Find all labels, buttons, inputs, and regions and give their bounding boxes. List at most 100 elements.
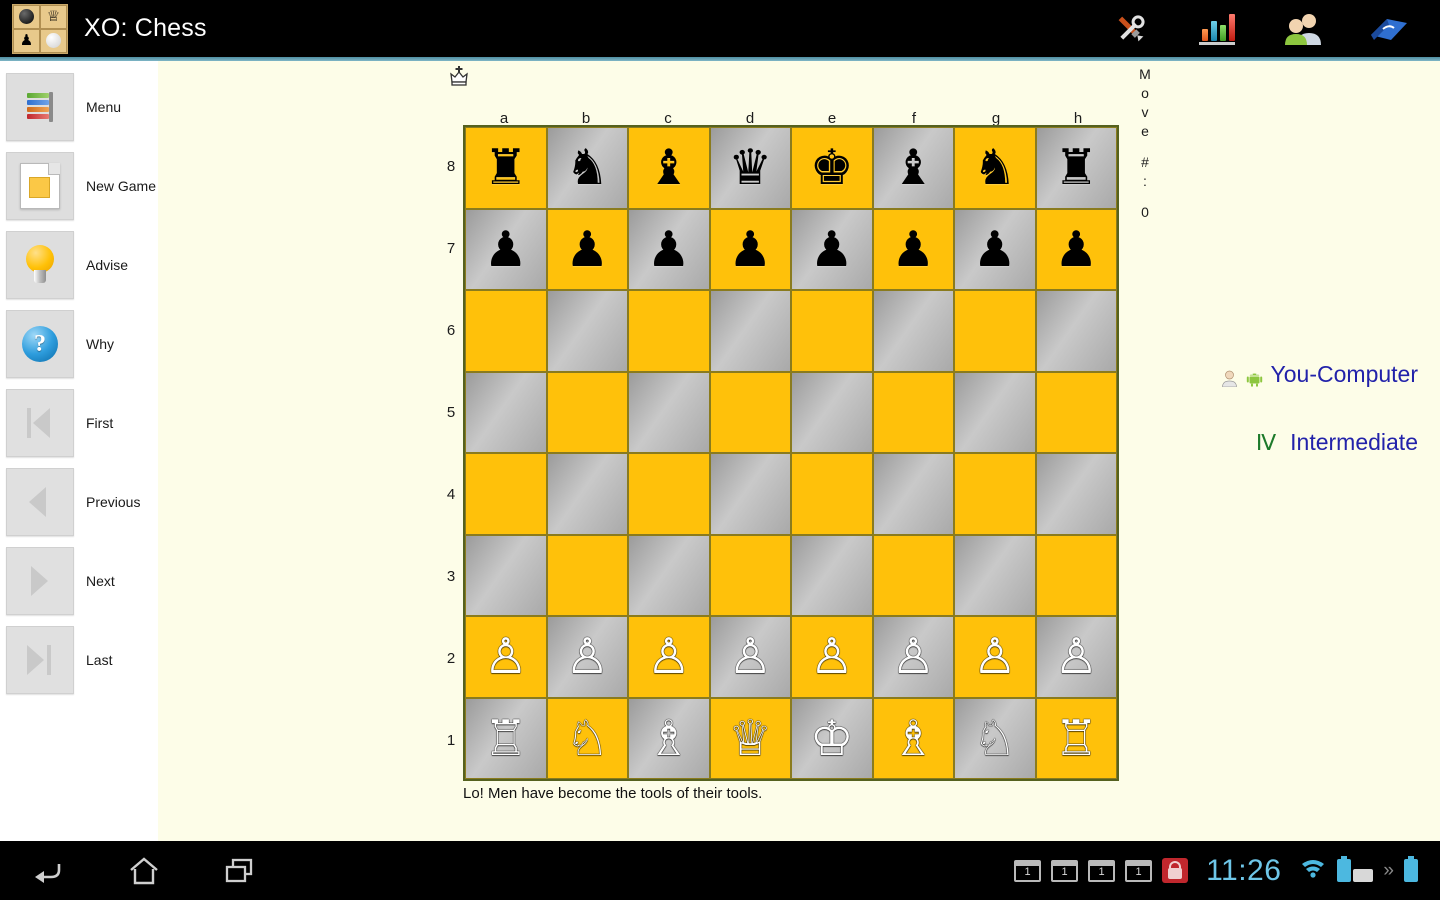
board-square-a2[interactable]: ♙ [465, 616, 547, 698]
book-icon[interactable] [1368, 8, 1410, 50]
sidebar-item-previous[interactable]: Previous [6, 468, 156, 536]
chess-piece[interactable]: ♘ [565, 714, 609, 763]
notification-badge[interactable]: 1 [1088, 859, 1116, 882]
board-square-d6[interactable] [709, 290, 791, 372]
board-square-g5[interactable] [954, 371, 1036, 453]
chess-piece[interactable]: ♖ [484, 714, 528, 763]
board-square-d5[interactable] [709, 371, 791, 453]
board-square-c5[interactable] [628, 371, 710, 453]
chess-piece[interactable]: ♟ [484, 225, 528, 274]
board-square-h4[interactable] [1035, 453, 1117, 535]
board-square-d1[interactable]: ♕ [709, 697, 791, 779]
board-square-e1[interactable]: ♔ [791, 697, 873, 779]
battery-icon[interactable] [1404, 856, 1418, 882]
board-square-d2[interactable]: ♙ [709, 616, 791, 698]
board-square-e5[interactable] [791, 371, 873, 453]
chess-piece[interactable]: ♙ [484, 632, 528, 681]
chess-piece[interactable]: ♘ [973, 714, 1017, 763]
board-square-c2[interactable]: ♙ [628, 616, 710, 698]
chess-piece[interactable]: ♙ [973, 632, 1017, 681]
board-square-d7[interactable]: ♟ [709, 208, 791, 290]
chess-board[interactable]: ♜ ♞ ♝ ♛ ♚ ♝ ♞ ♜ ♟ ♟ ♟ ♟ ♟ ♟ ♟ ♟ ♙ ♙ ♙ ♙ ♙ ♙ ♙ ♙ ♖ ♘ ♗ ♕ ♔ ♗ ♘ ♖ [463, 125, 1119, 781]
board-square-e4[interactable] [791, 453, 873, 535]
board-square-b8[interactable]: ♞ [546, 127, 628, 209]
wifi-icon[interactable] [1299, 857, 1327, 884]
board-square-b7[interactable]: ♟ [546, 208, 628, 290]
chess-piece[interactable]: ♝ [647, 143, 691, 192]
board-square-c4[interactable] [628, 453, 710, 535]
board-square-a1[interactable]: ♖ [465, 697, 547, 779]
sidebar-item-last[interactable]: Last [6, 626, 156, 694]
clock[interactable]: 11:26 [1206, 854, 1281, 888]
notification-badge[interactable]: 1 [1014, 859, 1042, 882]
board-square-f3[interactable] [872, 534, 954, 616]
sidebar-item-why[interactable]: ? Why [6, 310, 156, 378]
sidebar-item-next[interactable]: Next [6, 547, 156, 615]
chess-piece[interactable]: ♙ [565, 632, 609, 681]
board-square-f7[interactable]: ♟ [872, 208, 954, 290]
tools-icon[interactable] [1110, 8, 1152, 50]
chess-piece[interactable]: ♜ [1054, 143, 1098, 192]
chess-piece[interactable]: ♖ [1054, 714, 1098, 763]
board-square-h8[interactable]: ♜ [1035, 127, 1117, 209]
board-square-h6[interactable] [1035, 290, 1117, 372]
board-square-f2[interactable]: ♙ [872, 616, 954, 698]
board-square-g1[interactable]: ♘ [954, 697, 1036, 779]
board-square-e8[interactable]: ♚ [791, 127, 873, 209]
board-square-g4[interactable] [954, 453, 1036, 535]
board-square-b4[interactable] [546, 453, 628, 535]
board-square-b2[interactable]: ♙ [546, 616, 628, 698]
chess-piece[interactable]: ♟ [1054, 225, 1098, 274]
notification-badge[interactable]: 1 [1051, 859, 1079, 882]
board-square-b1[interactable]: ♘ [546, 697, 628, 779]
chess-piece[interactable]: ♙ [647, 632, 691, 681]
board-square-a5[interactable] [465, 371, 547, 453]
chess-piece[interactable]: ♛ [728, 143, 772, 192]
home-icon[interactable] [122, 851, 166, 891]
chess-piece[interactable]: ♙ [728, 632, 772, 681]
board-square-a8[interactable]: ♜ [465, 127, 547, 209]
notification-badge[interactable]: 1 [1125, 859, 1153, 882]
chess-piece[interactable]: ♜ [484, 143, 528, 192]
chess-piece[interactable]: ♙ [810, 632, 854, 681]
chevron-double-right-icon[interactable]: » [1383, 860, 1394, 882]
chess-piece[interactable]: ♙ [1054, 632, 1098, 681]
board-square-d3[interactable] [709, 534, 791, 616]
chess-piece[interactable]: ♞ [565, 143, 609, 192]
chess-piece[interactable]: ♟ [565, 225, 609, 274]
chess-piece[interactable]: ♟ [647, 225, 691, 274]
board-square-f6[interactable] [872, 290, 954, 372]
keyboard-battery-group[interactable] [1337, 856, 1374, 882]
chess-piece[interactable]: ♟ [810, 225, 854, 274]
board-square-g7[interactable]: ♟ [954, 208, 1036, 290]
chess-piece[interactable]: ♚ [810, 143, 854, 192]
board-square-h2[interactable]: ♙ [1035, 616, 1117, 698]
screen-lock-icon[interactable] [1162, 858, 1189, 883]
board-square-e2[interactable]: ♙ [791, 616, 873, 698]
board-square-g3[interactable] [954, 534, 1036, 616]
board-square-h3[interactable] [1035, 534, 1117, 616]
board-square-h7[interactable]: ♟ [1035, 208, 1117, 290]
chess-piece[interactable]: ♙ [891, 632, 935, 681]
chess-piece[interactable]: ♗ [891, 714, 935, 763]
board-square-c1[interactable]: ♗ [628, 697, 710, 779]
chess-piece[interactable]: ♟ [728, 225, 772, 274]
board-square-a4[interactable] [465, 453, 547, 535]
chess-piece[interactable]: ♟ [973, 225, 1017, 274]
board-square-e6[interactable] [791, 290, 873, 372]
board-square-b5[interactable] [546, 371, 628, 453]
board-square-e7[interactable]: ♟ [791, 208, 873, 290]
board-square-g6[interactable] [954, 290, 1036, 372]
players-row[interactable]: You-Computer [1058, 361, 1418, 388]
board-square-e3[interactable] [791, 534, 873, 616]
statistics-chart-icon[interactable] [1196, 8, 1238, 50]
sidebar-item-advise[interactable]: Advise [6, 231, 156, 299]
chess-piece[interactable]: ♕ [728, 714, 772, 763]
level-row[interactable]: Ⅳ Intermediate [1058, 429, 1418, 456]
board-square-c8[interactable]: ♝ [628, 127, 710, 209]
chess-piece[interactable]: ♝ [891, 143, 935, 192]
board-square-b3[interactable] [546, 534, 628, 616]
chess-piece[interactable]: ♞ [973, 143, 1017, 192]
board-square-g2[interactable]: ♙ [954, 616, 1036, 698]
board-square-d4[interactable] [709, 453, 791, 535]
